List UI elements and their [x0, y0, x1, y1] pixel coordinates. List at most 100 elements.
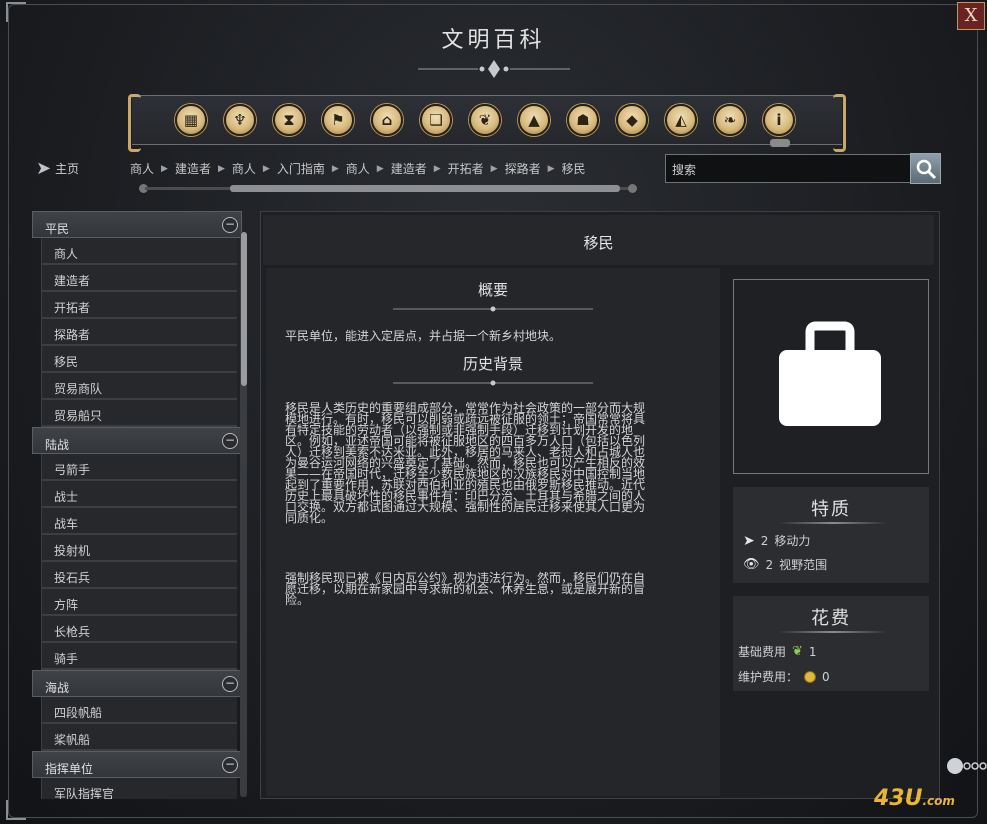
traits-heading: 特质 — [811, 499, 851, 520]
group-label: 平民 — [45, 222, 70, 236]
cost-divider — [778, 631, 888, 633]
collapse-icon[interactable]: − — [222, 676, 238, 692]
flag-icon[interactable]: ⚑ — [322, 104, 354, 136]
sidebar-item[interactable]: 投射机 — [41, 535, 237, 562]
goblet-icon[interactable]: ♆ — [224, 104, 256, 136]
breadcrumb-link[interactable]: 商人 — [130, 160, 154, 177]
eye-icon: 👁 — [743, 557, 760, 572]
mountain-icon[interactable]: ▲ — [518, 104, 550, 136]
unit-portrait — [733, 279, 929, 474]
breadcrumb-separator-icon: ▶ — [490, 163, 498, 174]
pyramid-icon[interactable]: ◭ — [665, 104, 697, 136]
sidebar-group-header[interactable]: 平民 − — [32, 211, 242, 238]
sidebar-group-header[interactable]: 海战 − — [32, 670, 242, 697]
home-label: 主页 — [55, 162, 80, 176]
sidebar-item[interactable]: 四段帆船 — [41, 697, 237, 724]
collapse-icon[interactable]: − — [222, 217, 238, 233]
government-icon[interactable]: ⌂ — [371, 104, 403, 136]
breadcrumb-link[interactable]: 建造者 — [175, 160, 211, 177]
frame-corner-ornament — [6, 800, 26, 820]
sidebar-scrollbar[interactable] — [241, 232, 247, 386]
breadcrumb-link[interactable]: 商人 — [232, 160, 256, 177]
collapse-icon[interactable]: − — [222, 433, 238, 449]
sidebar-item[interactable]: 商人 — [41, 238, 237, 265]
text-line: 愿迁移，以期在新家园中寻求新的机会、休养生息，或是展开新的冒 — [285, 582, 646, 596]
breadcrumb-separator-icon: ▶ — [547, 163, 555, 174]
sidebar-item[interactable]: 贸易船只 — [41, 400, 237, 427]
dove-icon[interactable]: ❧ — [714, 104, 746, 136]
overview-heading: 概要 — [477, 281, 508, 299]
buildings-icon[interactable]: ▦ — [175, 104, 207, 136]
breadcrumb-scrollbar[interactable] — [230, 185, 620, 192]
sidebar-item[interactable]: 桨帆船 — [41, 724, 237, 751]
breadcrumb-link[interactable]: 入门指南 — [277, 160, 325, 177]
sidebar-item[interactable]: 骑手 — [41, 643, 237, 670]
base-cost-row: 基础费用 ❦ 1 — [738, 643, 817, 660]
sidebar-group-header[interactable]: 陆战 − — [32, 427, 242, 454]
back-arrow-icon: ➤ — [36, 158, 52, 179]
base-cost-value: 1 — [808, 644, 817, 659]
traits-panel: 特质 ➤ 2 移动力 👁 2 视野范围 — [733, 487, 929, 583]
cost-heading: 花费 — [811, 608, 851, 629]
upkeep-cost-value: 0 — [822, 669, 830, 684]
diamond-arrow-icon[interactable]: ◆ — [616, 104, 648, 136]
sidebar-item[interactable]: 长枪兵 — [41, 616, 237, 643]
breadcrumb-link[interactable]: 探路者 — [505, 160, 541, 177]
breadcrumb-scroll-right-icon[interactable] — [628, 184, 637, 193]
lantern-icon[interactable]: ☗ — [567, 104, 599, 136]
hourglass-icon[interactable]: ⧗ — [273, 104, 305, 136]
search-icon — [916, 159, 936, 179]
trait-value: 2 — [760, 533, 769, 548]
sidebar-item[interactable]: 战车 — [41, 508, 237, 535]
leaf-icon[interactable]: ❦ — [469, 104, 501, 136]
home-button[interactable]: ➤ 主页 — [36, 158, 79, 179]
watermark-logo: 43U.com — [874, 786, 955, 811]
sidebar-item[interactable]: 探路者 — [41, 319, 237, 346]
breadcrumb-separator-icon: ▶ — [376, 163, 384, 174]
watermark-suffix: .com — [922, 794, 955, 808]
page-title: 文明百科 — [441, 28, 546, 53]
sidebar-item[interactable]: 方阵 — [41, 589, 237, 616]
text-line: 同质化。 — [285, 511, 334, 525]
info-icon[interactable]: i — [763, 104, 795, 136]
group-label: 陆战 — [45, 438, 70, 452]
trait-row-movement: ➤ 2 移动力 — [743, 532, 810, 549]
group-label: 海战 — [45, 681, 70, 695]
frame-corner-ornament — [6, 2, 26, 22]
breadcrumb-link[interactable]: 建造者 — [391, 160, 427, 177]
sidebar-item[interactable]: 弓箭手 — [41, 454, 237, 481]
breadcrumb-link[interactable]: 开拓者 — [448, 160, 484, 177]
sidebar-item[interactable]: 移民 — [41, 346, 237, 373]
history-text: 移民是人类历史的重要组成部分，常常作为社会政策的一部分而大规 模地进行。有时，移民… — [285, 402, 715, 525]
base-cost-label: 基础费用 — [738, 645, 787, 659]
sidebar-item[interactable]: 战士 — [41, 481, 237, 508]
search-input[interactable]: 搜索 — [665, 154, 911, 183]
title-ornament — [418, 60, 570, 78]
article-title: 移民 — [263, 215, 934, 265]
article-content: 概要 平民单位，能进入定居点，并占据一个新乡村地块。 历史背景 移民是人类历史的… — [266, 268, 720, 796]
expand-handle-icon[interactable] — [945, 756, 987, 776]
sidebar-item[interactable]: 开拓者 — [41, 292, 237, 319]
sidebar-item[interactable]: 建造者 — [41, 265, 237, 292]
breadcrumb-separator-icon: ▶ — [331, 163, 339, 174]
overview-text: 平民单位，能进入定居点，并占据一个新乡村地块。 — [285, 329, 562, 343]
collapse-icon[interactable]: − — [222, 757, 238, 773]
briefcase-icon — [779, 321, 881, 426]
sidebar-item[interactable]: 贸易商队 — [41, 373, 237, 400]
history-text-2: 强制移民现已被《日内瓦公约》视为违法行为。然而，移民们仍在自 愿迁移，以期在新家园… — [285, 572, 715, 606]
breadcrumb-separator-icon: ▶ — [217, 163, 225, 174]
trait-value: 2 — [765, 557, 774, 572]
sidebar-group-header[interactable]: 指挥单位 − — [32, 751, 242, 778]
search-button[interactable] — [910, 153, 941, 184]
breadcrumb-link[interactable]: 移民 — [562, 160, 586, 177]
book-icon[interactable]: ❏ — [420, 104, 452, 136]
history-heading: 历史背景 — [462, 355, 523, 373]
gold-coin-icon — [804, 670, 817, 683]
breadcrumb-link[interactable]: 商人 — [346, 160, 370, 177]
category-bar-handle — [770, 139, 790, 147]
trait-label: 移动力 — [774, 534, 811, 548]
heading-divider — [393, 380, 593, 386]
watermark-text: 43U — [874, 786, 923, 811]
sidebar-item[interactable]: 军队指挥官 — [41, 778, 237, 799]
sidebar-item[interactable]: 投石兵 — [41, 562, 237, 589]
